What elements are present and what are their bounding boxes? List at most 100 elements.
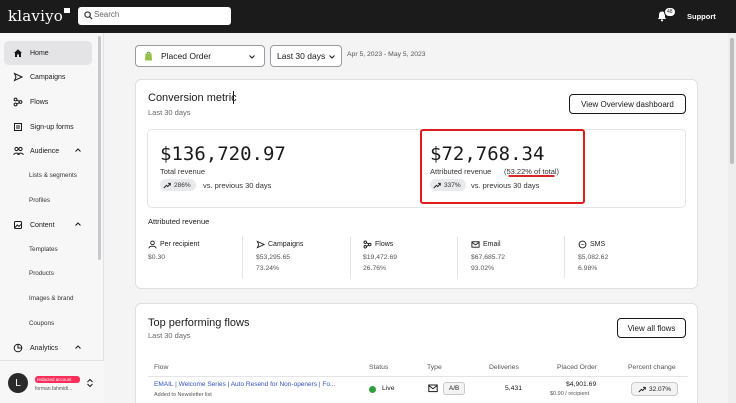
sidebar-item-label: Campaigns: [30, 73, 66, 81]
search-input[interactable]: Search: [78, 7, 231, 25]
chevron-updown-icon[interactable]: [86, 378, 94, 388]
sidebar-subitem-coupons[interactable]: Coupons: [29, 320, 54, 327]
ab-test-badge: A/B: [443, 382, 466, 395]
conversion-metric-title: Conversion metric: [148, 92, 237, 104]
sidebar-scrollbar[interactable]: [98, 36, 101, 260]
view-overview-dashboard-button[interactable]: View Overview dashboard: [569, 94, 686, 114]
home-icon: [11, 46, 25, 60]
content-icon: [11, 218, 25, 232]
metric-select[interactable]: Placed Order: [135, 45, 265, 67]
percent-change-value: 32.07%: [648, 385, 672, 393]
top-flows-title: Top performing flows: [148, 317, 250, 329]
sidebar-item-home[interactable]: Home: [4, 41, 92, 65]
column-header-deliveries[interactable]: Deliveries: [489, 364, 519, 371]
flow-deliveries: 5,431: [505, 385, 523, 392]
email-icon: [428, 384, 438, 393]
breakdown-percent: 73.24%: [256, 265, 280, 272]
breakdown-percent: 93.02%: [471, 265, 495, 272]
account-name-redacted: redacted account: [35, 376, 80, 383]
flow-placed-order-per-recipient: $0.90 / recipient: [550, 391, 590, 397]
flow-placed-order-value: $4,901.69: [566, 381, 597, 388]
notification-count-badge: 48: [664, 7, 676, 17]
divider: [457, 236, 458, 278]
divider: [564, 236, 565, 278]
flows-icon: [363, 240, 372, 249]
flow-trigger-text: Added to Newsletter list: [154, 392, 212, 398]
breakdown-value: $19,472.69: [363, 254, 398, 261]
main-scrollbar-thumb[interactable]: [730, 38, 734, 164]
sidebar-item-label: Flows: [30, 98, 49, 106]
total-revenue-label: Total revenue: [160, 167, 206, 176]
sidebar-item-campaigns[interactable]: Campaigns: [4, 65, 92, 89]
per-recipient-icon: [148, 240, 157, 249]
sidebar-item-audience[interactable]: Audience: [4, 139, 92, 163]
chevron-up-icon[interactable]: [74, 220, 82, 228]
breakdown-label: Campaigns: [268, 241, 304, 248]
breakdown-value: $53,295.65: [256, 254, 291, 261]
email-icon: [471, 241, 480, 248]
flow-status: Live: [382, 385, 395, 392]
top-flows-subtitle: Last 30 days: [148, 331, 191, 340]
column-header-placed-order[interactable]: Placed Order: [557, 364, 597, 371]
sidebar-subitem-images-brand[interactable]: Images & brand: [29, 295, 73, 302]
column-header-flow[interactable]: Flow: [154, 364, 168, 371]
period-select-value: Last 30 days: [277, 51, 326, 61]
breakdown-label: Flows: [375, 241, 394, 248]
column-header-percent-change[interactable]: Percent change: [628, 364, 676, 371]
column-header-status[interactable]: Status: [369, 364, 388, 371]
klaviyo-logo[interactable]: klaviyo: [8, 7, 71, 25]
chevron-down-icon: [329, 55, 335, 59]
breakdown-email: Email $67,685.72 93.02%: [471, 240, 505, 272]
sidebar-item-analytics[interactable]: Analytics: [4, 336, 92, 360]
breakdown-campaigns: Campaigns $53,295.65 73.24%: [256, 240, 303, 272]
live-status-dot: [369, 386, 376, 393]
sidebar-subitem-templates[interactable]: Templates: [29, 246, 58, 253]
shopify-icon: [145, 51, 152, 61]
top-bar: klaviyo Search 48 Support: [0, 0, 736, 33]
search-placeholder: Search: [94, 10, 120, 19]
breakdown-label: Email: [483, 241, 501, 248]
total-revenue-change-value: 286%: [174, 181, 191, 189]
sidebar-item-label: Analytics: [30, 344, 59, 352]
column-header-type[interactable]: Type: [427, 364, 442, 371]
chevron-up-icon[interactable]: [74, 343, 82, 351]
breakdown-flows: Flows $19,472.69 26.76%: [363, 240, 397, 272]
sidebar-item-flows[interactable]: Flows: [4, 90, 92, 114]
total-revenue-value: $136,720.97: [160, 143, 286, 165]
avatar: L: [8, 373, 28, 393]
trend-up-icon: [638, 386, 646, 392]
attributed-revenue-breakdown-title: Attributed revenue: [148, 217, 210, 226]
divider: [350, 236, 351, 278]
sidebar-item-content[interactable]: Content: [4, 213, 92, 237]
metric-select-value: Placed Order: [161, 51, 212, 61]
chevron-up-icon[interactable]: [74, 146, 82, 154]
date-range-text: Apr 5, 2023 - May 5, 2023: [347, 51, 426, 58]
sidebar-subitem-products[interactable]: Products: [29, 270, 54, 277]
sidebar-item-label: Audience: [30, 147, 60, 155]
support-link[interactable]: Support: [687, 12, 716, 21]
breakdown-percent: 26.76%: [363, 265, 387, 272]
red-highlight-annotation: [420, 129, 585, 204]
search-icon: [84, 11, 93, 20]
sms-icon: [578, 240, 587, 249]
sidebar-subitem-profiles[interactable]: Profiles: [29, 197, 50, 204]
breakdown-value: $0.30: [148, 254, 166, 261]
sidebar-item-label: Sign-up forms: [30, 123, 74, 131]
form-icon: [11, 120, 25, 134]
analytics-icon: [11, 341, 25, 355]
breakdown-label: Per recipient: [160, 241, 200, 248]
view-all-flows-button[interactable]: View all flows: [617, 318, 686, 338]
breakdown-label: SMS: [590, 241, 606, 248]
sidebar-item-signup-forms[interactable]: Sign-up forms: [4, 115, 92, 139]
trend-up-icon: [163, 182, 171, 188]
text-cursor: [233, 91, 234, 104]
sidebar-subitem-lists-segments[interactable]: Lists & segments: [29, 172, 77, 179]
breakdown-value: $5,082.62: [578, 254, 609, 261]
divider: [242, 236, 243, 278]
percent-change-badge: 32.07%: [631, 382, 678, 396]
account-switcher[interactable]: L redacted account forman.fahmidi...: [0, 360, 104, 403]
total-revenue-vs-text: vs. previous 30 days: [203, 181, 272, 190]
period-select[interactable]: Last 30 days: [270, 45, 342, 67]
breakdown-percent: 6.98%: [578, 265, 598, 272]
flow-name-link[interactable]: EMAIL | Welcome Series | Auto Resend for…: [154, 381, 335, 388]
